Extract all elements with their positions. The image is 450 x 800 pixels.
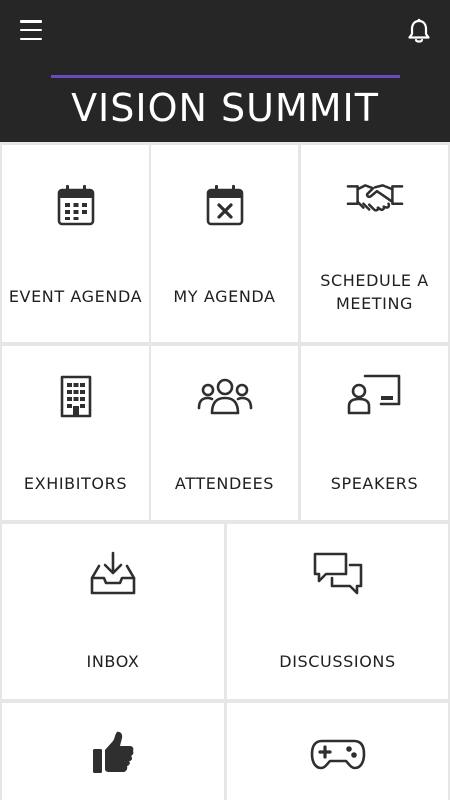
tile-schedule-meeting[interactable]: SCHEDULE A MEETING xyxy=(301,145,448,342)
tile-discussions[interactable]: DISCUSSIONS xyxy=(227,524,448,699)
tile-my-agenda[interactable]: MY AGENDA xyxy=(151,145,298,342)
brand-logo-text: VISION SUMMIT xyxy=(71,86,379,130)
tile-label: DISCUSSIONS xyxy=(279,652,396,671)
tile-inbox[interactable]: INBOX xyxy=(2,524,224,699)
people-group-icon xyxy=(197,378,252,415)
tile-event-agenda[interactable]: EVENT AGENDA xyxy=(2,145,149,342)
gamepad-icon xyxy=(310,739,365,770)
tile-label: SCHEDULE A MEETING xyxy=(301,269,448,315)
tile-attendees[interactable]: ATTENDEES xyxy=(151,346,298,520)
tile-label-line: SCHEDULE A xyxy=(320,271,429,290)
tile-label-line: MEETING xyxy=(335,294,414,313)
tile-speakers[interactable]: SPEAKERS xyxy=(301,346,448,520)
chat-bubbles-icon xyxy=(313,552,362,595)
hamburger-menu-icon[interactable] xyxy=(20,20,42,40)
tile-label: MY AGENDA xyxy=(173,287,276,306)
tile-feedback[interactable] xyxy=(2,703,224,800)
tile-label: ATTENDEES xyxy=(174,474,275,493)
building-icon xyxy=(60,375,91,418)
tile-games[interactable] xyxy=(227,703,448,800)
calendar-icon xyxy=(57,185,94,226)
inbox-download-icon xyxy=(90,551,136,595)
feature-grid: EVENT AGENDA MY AGENDA SCHEDULE A MEETIN… xyxy=(0,142,450,800)
calendar-x-icon xyxy=(206,185,243,226)
tile-exhibitors[interactable]: EXHIBITORS xyxy=(2,346,149,520)
app-header: VISION SUMMIT xyxy=(0,0,450,142)
handshake-icon xyxy=(346,184,403,212)
tile-label: SPEAKERS xyxy=(330,474,419,493)
brand-accent-rule xyxy=(51,75,400,78)
tile-label: INBOX xyxy=(86,652,140,671)
tile-label: EVENT AGENDA xyxy=(8,287,143,306)
tile-label: EXHIBITORS xyxy=(23,474,128,493)
presenter-icon xyxy=(347,374,400,415)
bell-icon[interactable] xyxy=(405,17,433,45)
thumbs-up-icon xyxy=(93,731,134,773)
